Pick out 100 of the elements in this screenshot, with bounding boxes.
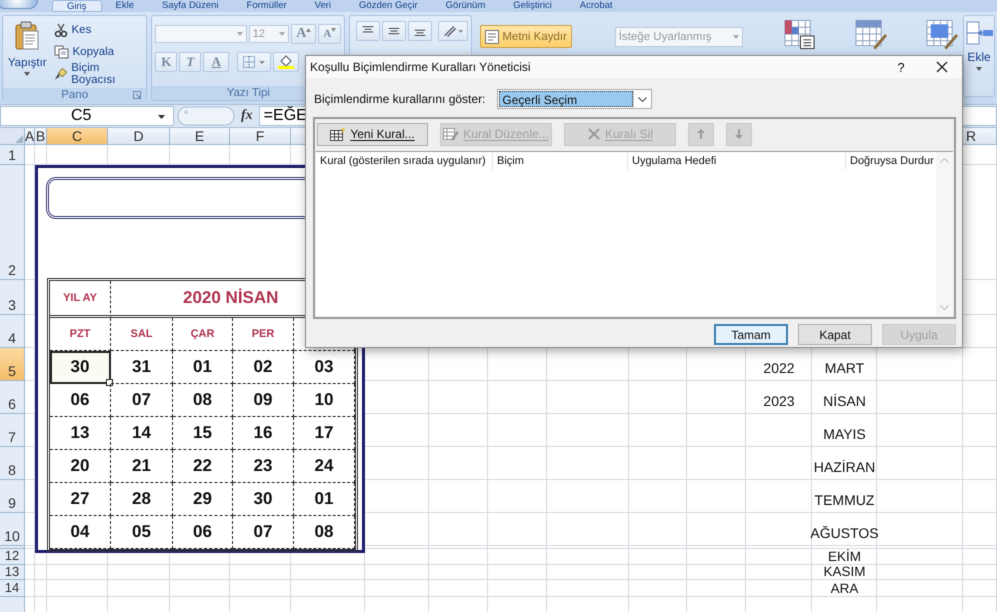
- day-cell[interactable]: 08: [294, 516, 355, 549]
- ribbon-tab[interactable]: Geliştirici: [499, 0, 566, 12]
- caret-icon: [279, 32, 286, 36]
- row-header[interactable]: 7: [0, 414, 25, 447]
- column-header[interactable]: E: [170, 128, 230, 145]
- day-cell[interactable]: 14: [111, 417, 173, 450]
- day-cell[interactable]: 22: [173, 450, 233, 483]
- dialog-button[interactable]: Kapat: [798, 324, 872, 345]
- day-cell[interactable]: 31: [111, 351, 173, 384]
- day-cell[interactable]: 24: [294, 450, 355, 483]
- day-cell[interactable]: 03: [294, 351, 355, 384]
- scope-dropdown[interactable]: Geçerli Seçim: [497, 89, 652, 109]
- ribbon-tab[interactable]: Veri: [300, 0, 346, 12]
- row-header[interactable]: 12: [0, 549, 25, 565]
- row-header[interactable]: 6: [0, 381, 25, 414]
- day-cell[interactable]: 17: [294, 417, 355, 450]
- day-cell[interactable]: 02: [233, 351, 294, 384]
- day-cell[interactable]: 08: [173, 384, 233, 417]
- ribbon-tab[interactable]: Sayfa Düzeni: [148, 0, 233, 12]
- day-cell[interactable]: 07: [233, 516, 294, 549]
- row-header[interactable]: 2: [0, 165, 25, 280]
- column-header: Uygulama Hedefi: [628, 152, 846, 170]
- bottom-align-button[interactable]: [408, 21, 432, 41]
- select-all-icon: [15, 135, 23, 143]
- insert-function-button[interactable]: fx: [241, 108, 253, 124]
- align-middle-icon: [387, 25, 402, 37]
- middle-align-button[interactable]: [382, 21, 406, 41]
- day-cell[interactable]: 29: [173, 483, 233, 516]
- wrap-text-button[interactable]: Metni Kaydır: [480, 25, 572, 48]
- scroll-up-icon: [940, 158, 949, 163]
- day-cell[interactable]: 23: [233, 450, 294, 483]
- column-header[interactable]: A: [25, 128, 35, 145]
- ribbon-tab[interactable]: Formüller: [232, 0, 301, 12]
- row-header[interactable]: 3: [0, 280, 25, 315]
- row-header[interactable]: 4: [0, 315, 25, 348]
- column-header[interactable]: F: [230, 128, 291, 145]
- row-header[interactable]: 10: [0, 513, 25, 546]
- day-cell[interactable]: 30: [233, 483, 294, 516]
- month-cell: HAZİRAN: [814, 459, 876, 475]
- ribbon-tab[interactable]: Giriş: [52, 0, 102, 12]
- cell-styles-icon: [925, 18, 958, 50]
- row-header[interactable]: 5: [0, 348, 25, 381]
- day-cell[interactable]: 27: [50, 483, 111, 516]
- month-cell: MAYIS: [823, 426, 866, 442]
- borders-button[interactable]: [237, 52, 272, 72]
- caret-icon: [306, 28, 312, 32]
- month-cell: NİSAN: [823, 393, 866, 409]
- dialog-button[interactable]: Tamam: [714, 324, 788, 345]
- cut-button[interactable]: Kes: [50, 19, 144, 41]
- insert-button[interactable]: Ekle: [963, 15, 995, 97]
- row-header[interactable]: 9: [0, 480, 25, 513]
- name-box[interactable]: C5: [0, 106, 174, 126]
- day-cell[interactable]: 04: [50, 516, 111, 549]
- day-cell[interactable]: 16: [233, 417, 294, 450]
- ribbon-tab[interactable]: Acrobat: [566, 0, 627, 12]
- format-painter-button[interactable]: Biçim Boyacısı: [50, 63, 144, 85]
- paste-button[interactable]: Yapıştır: [6, 19, 49, 85]
- ribbon-tab[interactable]: Görünüm: [432, 0, 500, 12]
- day-cell[interactable]: 15: [173, 417, 233, 450]
- wrap-text-icon: [485, 30, 500, 44]
- copy-button[interactable]: Kopyala: [50, 41, 144, 63]
- edit-rule-icon: [443, 127, 460, 141]
- top-align-button[interactable]: [356, 21, 380, 41]
- day-cell[interactable]: 05: [111, 516, 173, 549]
- day-cell[interactable]: 28: [111, 483, 173, 516]
- row-header[interactable]: 13: [0, 565, 25, 580]
- row-header[interactable]: 14: [0, 580, 25, 597]
- day-cell[interactable]: 07: [111, 384, 173, 417]
- ribbon-tab[interactable]: Ekle: [102, 0, 148, 12]
- font-name-field[interactable]: [155, 25, 247, 43]
- column-header[interactable]: B: [35, 128, 47, 145]
- scroll-down-icon: [940, 305, 949, 310]
- new-rule-button[interactable]: Yeni Kural...: [317, 122, 428, 146]
- row-header[interactable]: 8: [0, 447, 25, 480]
- caret-icon: [158, 115, 165, 119]
- day-cell[interactable]: 06: [173, 516, 233, 549]
- month-cell: MART: [824, 360, 864, 376]
- day-cell[interactable]: 01: [294, 483, 355, 516]
- new-rule-icon: [330, 127, 346, 141]
- borders-icon: [243, 56, 266, 68]
- day-cell[interactable]: 09: [233, 384, 294, 417]
- column-header: Kural (gösterilen sırada uygulanır): [316, 152, 493, 170]
- year-cell: 2022: [763, 360, 795, 376]
- day-cell[interactable]: 10: [294, 384, 355, 417]
- column-header[interactable]: C: [47, 128, 108, 145]
- day-cell[interactable]: 01: [173, 351, 233, 384]
- day-cell[interactable]: 30: [50, 351, 111, 384]
- day-cell[interactable]: 13: [50, 417, 111, 450]
- orientation-button[interactable]: [438, 21, 468, 41]
- fill-color-button[interactable]: [273, 52, 300, 72]
- column-header[interactable]: R: [963, 128, 997, 145]
- day-cell[interactable]: 20: [50, 450, 111, 483]
- weekday-label: PZT: [70, 328, 90, 340]
- office-button[interactable]: [0, 0, 38, 9]
- help-button[interactable]: ?: [880, 60, 922, 74]
- ribbon-tab[interactable]: Gözden Geçir: [345, 0, 432, 12]
- day-cell[interactable]: 06: [50, 384, 111, 417]
- row-header[interactable]: 1: [0, 145, 25, 165]
- column-header[interactable]: D: [108, 128, 170, 145]
- day-cell[interactable]: 21: [111, 450, 173, 483]
